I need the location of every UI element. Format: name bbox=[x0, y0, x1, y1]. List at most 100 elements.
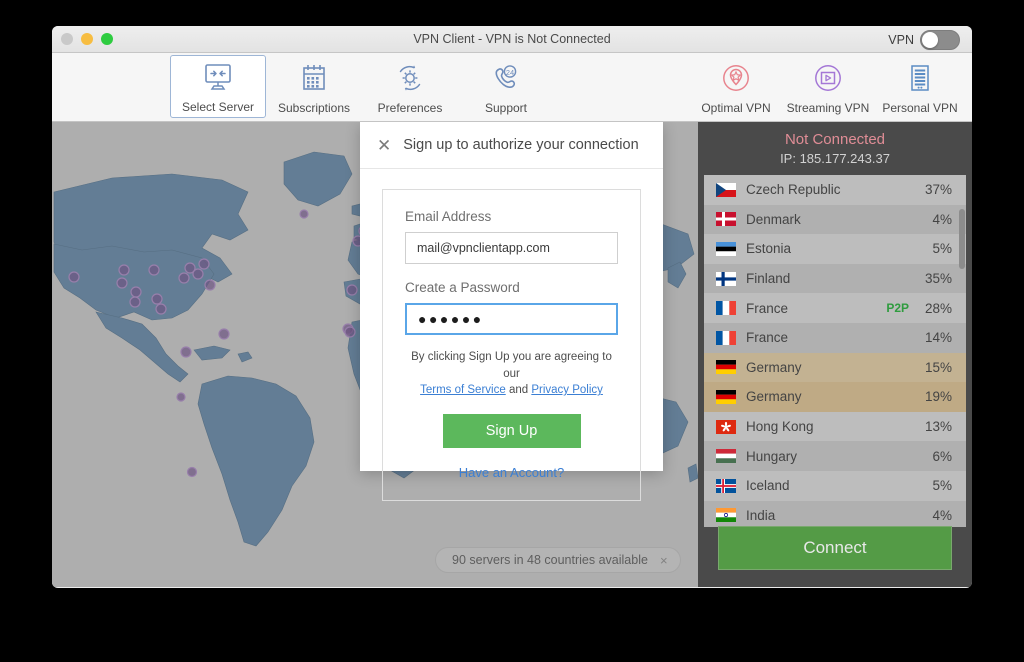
tab-preferences[interactable]: Preferences bbox=[362, 53, 458, 121]
right-sidebar: Not Connected IP: 185.177.243.37 Czech R… bbox=[698, 122, 972, 587]
terms-of-service-link[interactable]: Terms of Service bbox=[420, 384, 506, 396]
tab-label: Support bbox=[484, 100, 528, 115]
svg-text:24: 24 bbox=[506, 68, 514, 77]
server-row[interactable]: Hungary 6% bbox=[704, 441, 966, 471]
server-country-name: Hong Kong bbox=[746, 419, 814, 435]
signup-dialog: ✕ Sign up to authorize your connection E… bbox=[360, 122, 663, 502]
have-an-account-link[interactable]: Have an Account? bbox=[405, 465, 618, 480]
ip-address-text: IP: 185.177.243.37 bbox=[780, 151, 890, 166]
server-load-percent: 37% bbox=[924, 182, 952, 198]
server-list[interactable]: Czech Republic 37% Denmark 4% Estonia 5% Finla… bbox=[704, 175, 966, 527]
server-row[interactable]: Iceland 5% bbox=[704, 470, 966, 501]
flag-icon bbox=[716, 271, 736, 286]
tab-streaming-vpn[interactable]: Streaming VPN bbox=[782, 53, 874, 121]
server-row[interactable]: Germany 19% bbox=[704, 382, 966, 412]
server-country-name: Estonia bbox=[746, 241, 792, 257]
server-load-percent: 6% bbox=[932, 448, 952, 464]
server-country-name: Denmark bbox=[746, 211, 801, 227]
flag-icon bbox=[716, 330, 736, 345]
server-row[interactable]: Czech Republic 37% bbox=[704, 175, 966, 205]
server-row[interactable]: France 14% bbox=[704, 322, 966, 353]
server-country-name: France bbox=[746, 300, 789, 316]
dialog-body: Email Address Create a Password ●●●●●● B… bbox=[382, 189, 641, 502]
calendar-icon bbox=[297, 60, 331, 98]
server-country-name: Iceland bbox=[746, 478, 790, 494]
close-icon[interactable]: ✕ bbox=[377, 137, 391, 154]
server-load-percent: 28% bbox=[924, 300, 952, 316]
email-field[interactable] bbox=[405, 232, 618, 264]
terms-prefix: By clicking Sign Up you are agreeing to … bbox=[411, 351, 612, 380]
privacy-policy-link[interactable]: Privacy Policy bbox=[531, 384, 603, 396]
tab-label: Select Server bbox=[181, 100, 255, 114]
toolbar-left-group: Select Server Subscriptions Preferences … bbox=[170, 53, 554, 121]
phone-24-icon: 24 bbox=[488, 60, 524, 98]
password-label: Create a Password bbox=[405, 280, 520, 295]
server-load-percent: 5% bbox=[932, 478, 952, 494]
server-country-name: India bbox=[746, 507, 776, 523]
server-country-name: Germany bbox=[746, 359, 802, 375]
terms-and: and bbox=[508, 384, 529, 397]
server-row[interactable]: Hong Kong 13% bbox=[704, 411, 966, 442]
close-icon[interactable]: × bbox=[660, 553, 668, 568]
server-load-percent: 4% bbox=[932, 507, 952, 523]
servers-available-pill[interactable]: 90 servers in 48 countries available × bbox=[435, 547, 681, 573]
monitor-arrows-icon bbox=[200, 59, 236, 97]
tab-label: Personal VPN bbox=[882, 100, 958, 115]
server-country-name: Hungary bbox=[746, 448, 798, 464]
server-load-percent: 35% bbox=[924, 271, 952, 287]
tab-personal-vpn[interactable]: Personal VPN bbox=[874, 53, 966, 121]
server-row[interactable]: India 4% bbox=[704, 500, 966, 527]
flag-icon bbox=[716, 478, 736, 493]
server-country-name: Czech Republic bbox=[746, 182, 841, 198]
server-row[interactable]: Finland 35% bbox=[704, 263, 966, 294]
scrollbar-thumb[interactable] bbox=[959, 209, 965, 269]
connection-status: Not Connected IP: 185.177.243.37 bbox=[698, 122, 972, 166]
flag-icon bbox=[716, 212, 736, 227]
pin-star-icon bbox=[719, 60, 753, 98]
tab-label: Preferences bbox=[377, 100, 443, 115]
dialog-header: ✕ Sign up to authorize your connection bbox=[360, 122, 663, 169]
server-row[interactable]: Estonia 5% bbox=[704, 234, 966, 264]
tab-optimal-vpn[interactable]: Optimal VPN bbox=[690, 53, 782, 121]
flag-icon bbox=[716, 360, 736, 375]
email-label: Email Address bbox=[405, 209, 492, 224]
server-country-name: France bbox=[746, 330, 789, 346]
document-lines-icon bbox=[903, 60, 937, 98]
window-title: VPN Client - VPN is Not Connected bbox=[413, 32, 611, 46]
tab-label: Subscriptions bbox=[277, 100, 351, 115]
toolbar-right-group: Optimal VPN Streaming VPN Personal VPN bbox=[690, 53, 966, 121]
tab-select-server[interactable]: Select Server bbox=[170, 55, 266, 118]
vpn-client-window: VPN Client - VPN is Not Connected VPN Se… bbox=[52, 26, 972, 588]
toolbar: Select Server Subscriptions Preferences … bbox=[52, 53, 972, 122]
world-map-pane[interactable]: 90 servers in 48 countries available × ✕… bbox=[52, 122, 698, 587]
flag-icon bbox=[716, 241, 736, 256]
vpn-power-toggle[interactable] bbox=[920, 30, 960, 50]
password-masked-value: ●●●●●● bbox=[418, 311, 484, 327]
tab-subscriptions[interactable]: Subscriptions bbox=[266, 53, 362, 121]
server-country-name: Germany bbox=[746, 389, 802, 405]
connect-button[interactable]: Connect bbox=[718, 526, 952, 570]
server-row[interactable]: France P2P 28% bbox=[704, 293, 966, 323]
servers-available-text: 90 servers in 48 countries available bbox=[452, 553, 648, 567]
tab-label: Optimal VPN bbox=[701, 100, 771, 115]
sign-up-button[interactable]: Sign Up bbox=[442, 414, 581, 449]
maximize-window-button[interactable] bbox=[101, 33, 113, 45]
server-row[interactable]: Germany 15% bbox=[704, 352, 966, 383]
server-load-percent: 4% bbox=[932, 211, 952, 227]
tab-support[interactable]: 24 Support bbox=[458, 53, 554, 121]
tab-label: Streaming VPN bbox=[786, 100, 870, 115]
server-list-scrollbar[interactable] bbox=[959, 179, 965, 523]
title-bar: VPN Client - VPN is Not Connected VPN bbox=[52, 26, 972, 53]
play-circle-icon bbox=[811, 60, 845, 98]
flag-icon bbox=[716, 508, 736, 523]
server-load-percent: 13% bbox=[924, 419, 952, 435]
email-field-group: Email Address bbox=[405, 209, 618, 264]
server-row[interactable]: Denmark 4% bbox=[704, 204, 966, 235]
flag-icon bbox=[716, 419, 736, 434]
minimize-window-button[interactable] bbox=[81, 33, 93, 45]
dialog-title: Sign up to authorize your connection bbox=[403, 137, 639, 153]
server-load-percent: 19% bbox=[924, 389, 952, 405]
connection-state-text: Not Connected bbox=[784, 131, 886, 148]
password-field[interactable]: ●●●●●● bbox=[405, 303, 618, 335]
close-window-button[interactable] bbox=[61, 33, 73, 45]
